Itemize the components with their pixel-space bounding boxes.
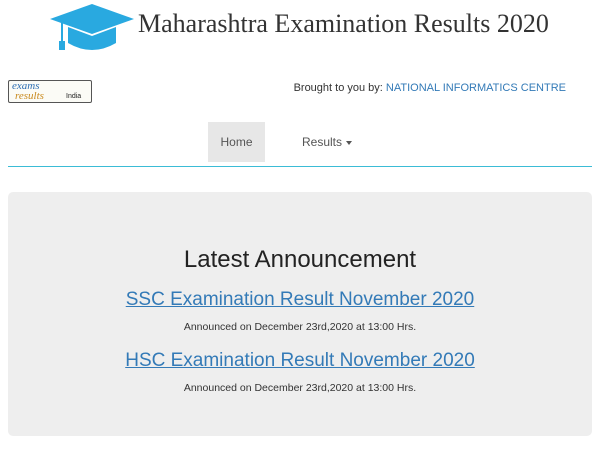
nic-link[interactable]: NATIONAL INFORMATICS CENTRE xyxy=(386,82,566,94)
hsc-result-link[interactable]: HSC Examination Result November 2020 xyxy=(0,350,600,372)
ssc-result-link[interactable]: SSC Examination Result November 2020 xyxy=(0,289,600,311)
announcement-title: Latest Announcement xyxy=(183,246,417,273)
nav-results-label: Results xyxy=(302,135,343,149)
hsc-announce-date: Announced on December 23rd,2020 at 13:00… xyxy=(183,382,417,394)
nav-home[interactable]: Home xyxy=(208,122,265,162)
logo-text-results: results xyxy=(15,90,44,102)
site-header: Maharashtra Examination Results 2020 xyxy=(0,0,600,62)
logo-text-india: India xyxy=(66,93,82,100)
page-title: Maharashtra Examination Results 2020 xyxy=(138,9,549,38)
credit-prefix: Brought to you by: xyxy=(293,82,383,94)
credit-line: Brought to you by: NATIONAL INFORMATICS … xyxy=(294,82,566,94)
caret-down-icon xyxy=(346,140,353,145)
graduation-cap-icon xyxy=(50,4,134,50)
exams-results-logo[interactable]: exams results India xyxy=(8,80,92,103)
ssc-announce-date: Announced on December 23rd,2020 at 13:00… xyxy=(183,321,417,333)
announcement-panel xyxy=(8,192,592,436)
nav-results-dropdown[interactable]: Results xyxy=(302,122,353,162)
nav-divider xyxy=(8,166,592,167)
